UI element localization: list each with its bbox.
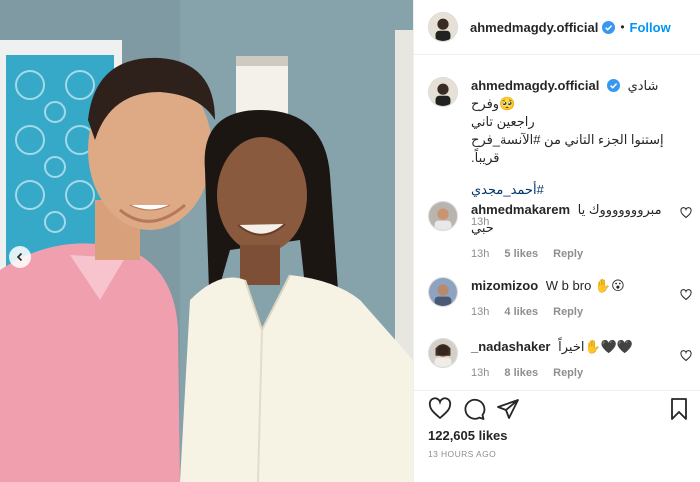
- author-avatar-image: [429, 78, 457, 106]
- carousel-previous-button[interactable]: [9, 246, 31, 268]
- like-comment-heart-icon[interactable]: [680, 350, 692, 362]
- comment-time[interactable]: 13h: [471, 306, 489, 318]
- comment-username[interactable]: mizomizoo: [471, 278, 538, 293]
- share-paper-plane-icon[interactable]: [496, 397, 520, 421]
- author-username[interactable]: ahmedmagdy.official: [470, 20, 598, 35]
- commenter-avatar[interactable]: [428, 201, 458, 231]
- reply-button[interactable]: Reply: [553, 306, 583, 318]
- like-comment-heart-icon[interactable]: [680, 289, 692, 301]
- comment-item: mizomizoo W b bro ✋😮 13h 4 likes Reply: [428, 277, 692, 322]
- caption-line-2: راجعين تاني: [471, 114, 535, 129]
- separator-dot: •: [620, 20, 625, 34]
- verified-badge-icon: [602, 20, 616, 34]
- comment-time[interactable]: 13h: [471, 367, 489, 379]
- caption-hashtag[interactable]: #أحمد_مجدي: [471, 181, 686, 199]
- post-actions: 122,605 likes 13 HOURS AGO: [414, 390, 700, 482]
- comment-item: _nadashaker اخيراً✋🖤🖤 13h 8 likes Reply: [428, 338, 692, 383]
- reply-button[interactable]: Reply: [553, 367, 583, 379]
- post-side-panel: ahmedmagdy.official • Follow ahmedmagdy.…: [413, 0, 700, 482]
- comment-time[interactable]: 13h: [471, 248, 489, 260]
- comment-text: اخيراً✋🖤🖤: [558, 339, 634, 354]
- like-heart-icon[interactable]: [428, 397, 452, 421]
- caption-line-3: إستنوا الجزء التاني من #الآنسة_فرح قريبا…: [471, 132, 664, 165]
- comment-likes[interactable]: 8 likes: [504, 367, 538, 379]
- comment-likes[interactable]: 5 likes: [504, 248, 538, 260]
- post-photo[interactable]: [0, 0, 413, 482]
- author-avatar[interactable]: [428, 77, 458, 107]
- commenter-avatar-image: [429, 339, 457, 367]
- reply-button[interactable]: Reply: [553, 248, 583, 260]
- commenter-avatar-image: [429, 202, 457, 230]
- likes-count[interactable]: 122,605 likes: [428, 428, 508, 443]
- caption-username[interactable]: ahmedmagdy.official: [471, 78, 599, 93]
- comments-list: ahmedmagdy.official شادي وفرح🥺 راجعين تا…: [414, 55, 700, 390]
- like-comment-heart-icon[interactable]: [680, 207, 692, 219]
- commenter-avatar-image: [429, 278, 457, 306]
- photo-illustration: [0, 0, 413, 482]
- verified-badge-icon: [606, 79, 620, 92]
- commenter-avatar[interactable]: [428, 277, 458, 307]
- commenter-avatar[interactable]: [428, 338, 458, 368]
- comment-text: W b bro ✋😮: [545, 278, 625, 293]
- comment-bubble-icon[interactable]: [462, 397, 486, 421]
- chevron-left-icon: [16, 252, 23, 262]
- comment-username[interactable]: ahmedmakarem: [471, 202, 570, 217]
- follow-button[interactable]: Follow: [630, 20, 671, 35]
- post-header: ahmedmagdy.official • Follow: [414, 0, 700, 55]
- save-bookmark-icon[interactable]: [667, 397, 691, 421]
- comment-item: ahmedmakarem مبروووووووك يا حبي 13h 5 li…: [428, 201, 692, 261]
- comment-username[interactable]: _nadashaker: [471, 339, 551, 354]
- caption-item: ahmedmagdy.official شادي وفرح🥺 راجعين تا…: [428, 77, 688, 228]
- posted-time[interactable]: 13 HOURS AGO: [428, 449, 496, 459]
- comment-likes[interactable]: 4 likes: [504, 306, 538, 318]
- author-avatar[interactable]: [428, 12, 458, 42]
- author-avatar-image: [429, 13, 457, 41]
